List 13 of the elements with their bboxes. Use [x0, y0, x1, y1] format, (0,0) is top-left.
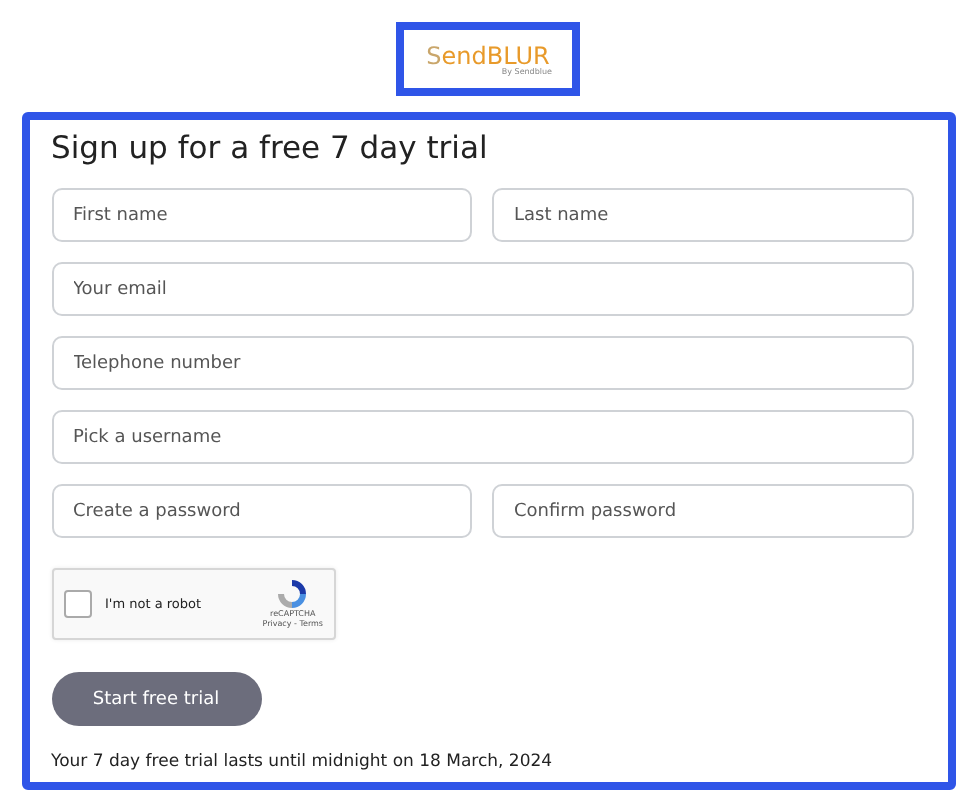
input-field[interactable]: Pick a username	[51, 410, 913, 464]
input-field[interactable]: Last name	[492, 188, 913, 242]
input-field[interactable]: Create a password	[51, 484, 472, 538]
input-field[interactable]: First name	[51, 188, 472, 242]
captcha-checkbox[interactable]	[63, 590, 91, 618]
input-field[interactable]: Confirm password	[492, 484, 913, 538]
recaptcha-icon	[276, 578, 309, 611]
trial-note: Your 7 day free trial lasts until midnight on 18 March, 2024	[51, 752, 555, 772]
input-field[interactable]: Telephone number	[51, 336, 913, 390]
start-trial-button[interactable]: Start free trial	[51, 672, 261, 726]
form-title: Sign up for a free 7 day trial	[51, 130, 490, 166]
input-field[interactable]: Your email	[51, 262, 913, 316]
logo-wordmark: SendBLUR	[426, 43, 550, 67]
